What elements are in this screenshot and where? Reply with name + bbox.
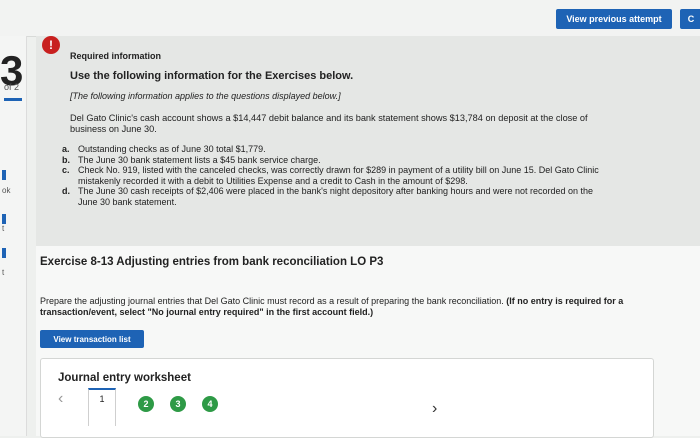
use-following-heading: Use the following information for the Ex… bbox=[70, 70, 354, 82]
rail-marker bbox=[2, 170, 6, 180]
page-2-button[interactable]: 2 bbox=[138, 396, 154, 412]
item-text: Outstanding checks as of June 30 total $… bbox=[78, 144, 266, 154]
corner-button[interactable]: C bbox=[680, 9, 700, 29]
view-transaction-list-button[interactable]: View transaction list bbox=[40, 330, 144, 348]
item-label: a. bbox=[62, 144, 70, 154]
question-nav-rail: 3 of 2 ok t t bbox=[0, 36, 27, 436]
required-information-panel bbox=[36, 36, 700, 246]
rail-mini-text: t bbox=[2, 268, 5, 277]
page-4-button[interactable]: 4 bbox=[202, 396, 218, 412]
item-label: d. bbox=[62, 186, 70, 197]
journal-entry-worksheet-card bbox=[40, 358, 654, 438]
item-text: The June 30 cash receipts of $2,406 were… bbox=[78, 186, 594, 207]
rail-mini-text: t bbox=[2, 224, 5, 233]
item-text: The June 30 bank statement lists a $45 b… bbox=[78, 154, 321, 165]
list-item: d. The June 30 cash receipts of $2,406 we… bbox=[62, 186, 602, 207]
next-entry-icon[interactable]: › bbox=[432, 400, 437, 418]
rail-progress-bar bbox=[4, 98, 22, 101]
journal-worksheet-title: Journal entry worksheet bbox=[58, 372, 191, 384]
question-of-total: of 2 bbox=[4, 82, 20, 92]
item-label: b. bbox=[62, 154, 70, 165]
required-information-heading: Required information bbox=[70, 51, 162, 61]
rail-marker bbox=[2, 214, 6, 224]
list-item: c. Check No. 919, listed with the cancele… bbox=[62, 165, 602, 186]
instructions-text: Prepare the adjusting journal entries th… bbox=[40, 296, 504, 306]
rail-marker bbox=[2, 248, 6, 258]
scenario-paragraph: Del Gato Clinic's cash account shows a $… bbox=[70, 113, 588, 134]
view-previous-attempt-button[interactable]: View previous attempt bbox=[556, 9, 672, 29]
list-item: b. The June 30 bank statement lists a $45… bbox=[62, 155, 602, 166]
item-text: Check No. 919, listed with the canceled … bbox=[78, 165, 599, 186]
previous-entry-icon[interactable]: ‹ bbox=[58, 390, 63, 408]
list-item: a. Outstanding checks as of June 30 total… bbox=[62, 144, 602, 155]
page-3-button[interactable]: 3 bbox=[170, 396, 186, 412]
scenario-items-list: a. Outstanding checks as of June 30 total… bbox=[62, 144, 602, 208]
alert-icon: ! bbox=[42, 36, 60, 54]
item-label: c. bbox=[62, 165, 70, 176]
exercise-title: Exercise 8-13 Adjusting entries from ban… bbox=[40, 256, 384, 268]
rail-ok-text: ok bbox=[2, 186, 11, 195]
following-applies-note: [The following information applies to th… bbox=[70, 91, 341, 101]
exercise-instructions: Prepare the adjusting journal entries th… bbox=[40, 296, 640, 318]
page-1-tab[interactable]: 1 bbox=[88, 388, 116, 426]
